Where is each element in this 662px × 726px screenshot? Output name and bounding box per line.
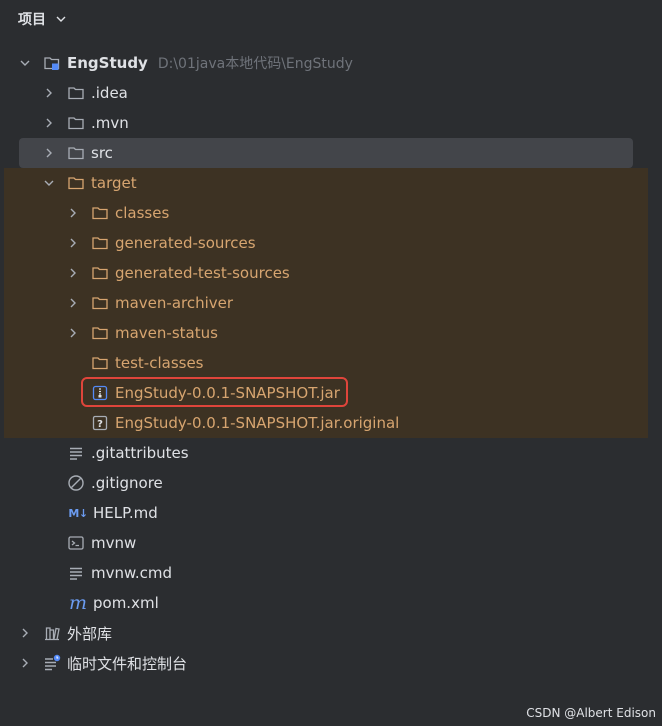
tree-item-label: .mvn: [91, 114, 129, 132]
tree-item-label: src: [91, 144, 113, 162]
ignore-file-icon: [67, 474, 85, 492]
chevron-right-icon[interactable]: [67, 327, 79, 339]
tree-item-path: D:\01java本地代码\EngStudy: [157, 56, 353, 72]
tree-item-label: .idea: [91, 84, 128, 102]
tree-item-label: maven-archiver: [115, 294, 234, 312]
tree-item-label: test-classes: [115, 354, 204, 372]
excluded-folder-icon: [91, 294, 109, 312]
folder-icon: [67, 84, 85, 102]
chevron-down-icon[interactable]: [54, 12, 68, 26]
maven-icon: m: [67, 592, 89, 614]
tree-item-maven-status[interactable]: maven-status: [0, 318, 662, 348]
tree-item-src[interactable]: src: [0, 138, 662, 168]
excluded-folder-icon: [91, 324, 109, 342]
watermark: CSDN @Albert Edison: [526, 706, 656, 720]
tree-item-gitattributes[interactable]: .gitattributes: [0, 438, 662, 468]
tree-item-help-md[interactable]: M↓ HELP.md: [0, 498, 662, 528]
tree-item-label: .gitignore: [91, 474, 163, 492]
chevron-right-icon[interactable]: [19, 627, 31, 639]
tree-item-idea[interactable]: .idea: [0, 78, 662, 108]
tree-item-label: mvnw: [91, 534, 137, 552]
tree-item-jar-original[interactable]: ? EngStudy-0.0.1-SNAPSHOT.jar.original: [0, 408, 662, 438]
folder-icon: [67, 144, 85, 162]
annotation-highlight-box: [81, 377, 348, 407]
chevron-down-icon[interactable]: [19, 57, 31, 69]
terminal-icon: [67, 534, 85, 552]
scratch-console-icon: [43, 654, 61, 672]
markdown-badge: M↓: [68, 506, 88, 520]
tree-item-label: HELP.md: [93, 504, 158, 522]
tree-item-test-classes[interactable]: test-classes: [0, 348, 662, 378]
tree-item-label: generated-test-sources: [115, 264, 290, 282]
tree-item-mvnw-cmd[interactable]: mvnw.cmd: [0, 558, 662, 588]
project-panel: 项目 EngStudy D:\01java本地代码\EngStudy .idea: [0, 0, 662, 726]
text-file-icon: [67, 444, 85, 462]
excluded-folder-icon: [91, 264, 109, 282]
excluded-folder-icon: [91, 204, 109, 222]
tree-item-label: 临时文件和控制台: [67, 654, 188, 673]
tree-item-label: mvnw.cmd: [91, 564, 173, 582]
markdown-icon: M↓: [67, 504, 89, 522]
tree-item-label: maven-status: [115, 324, 218, 342]
tree-item-mvnw[interactable]: mvnw: [0, 528, 662, 558]
project-view-header[interactable]: 项目: [18, 7, 68, 31]
module-folder-icon: [43, 54, 61, 72]
tree-item-scratches[interactable]: 临时文件和控制台: [0, 648, 662, 678]
chevron-right-icon[interactable]: [19, 657, 31, 669]
chevron-right-icon[interactable]: [43, 117, 55, 129]
tree-item-label: .gitattributes: [91, 444, 189, 462]
tree-item-label: classes: [115, 204, 170, 222]
tree-item-mvn[interactable]: .mvn: [0, 108, 662, 138]
tree-item-generated-test-sources[interactable]: generated-test-sources: [0, 258, 662, 288]
tree-item-label: generated-sources: [115, 234, 256, 252]
tree-item-label: EngStudy-0.0.1-SNAPSHOT.jar.original: [115, 414, 400, 432]
unknown-file-icon: ?: [91, 414, 109, 432]
maven-badge: m: [68, 592, 88, 614]
folder-icon: [67, 114, 85, 132]
project-view-title: 项目: [18, 12, 46, 28]
chevron-right-icon[interactable]: [67, 237, 79, 249]
tree-item-label: EngStudy: [67, 54, 148, 72]
excluded-folder-icon: [91, 354, 109, 372]
tree-item-classes[interactable]: classes: [0, 198, 662, 228]
library-icon: [43, 624, 61, 642]
tree-item-generated-sources[interactable]: generated-sources: [0, 228, 662, 258]
chevron-right-icon[interactable]: [67, 267, 79, 279]
chevron-right-icon[interactable]: [43, 147, 55, 159]
tree-item-maven-archiver[interactable]: maven-archiver: [0, 288, 662, 318]
chevron-right-icon[interactable]: [67, 207, 79, 219]
svg-text:?: ?: [97, 419, 103, 430]
tree-item-label: target: [91, 174, 137, 192]
excluded-folder-icon: [67, 174, 85, 192]
chevron-right-icon[interactable]: [67, 297, 79, 309]
tree-item-external-libraries[interactable]: 外部库: [0, 618, 662, 648]
excluded-folder-icon: [91, 234, 109, 252]
text-file-icon: [67, 564, 85, 582]
tree-item-label: 外部库: [67, 624, 113, 643]
tree-item-label: pom.xml: [93, 594, 159, 612]
tree-item-target[interactable]: target: [0, 168, 662, 198]
chevron-right-icon[interactable]: [43, 87, 55, 99]
tree-item-pom-xml[interactable]: m pom.xml: [0, 588, 662, 618]
chevron-down-icon[interactable]: [43, 177, 55, 189]
tree-item-root[interactable]: EngStudy D:\01java本地代码\EngStudy: [0, 48, 662, 78]
tree-item-gitignore[interactable]: .gitignore: [0, 468, 662, 498]
